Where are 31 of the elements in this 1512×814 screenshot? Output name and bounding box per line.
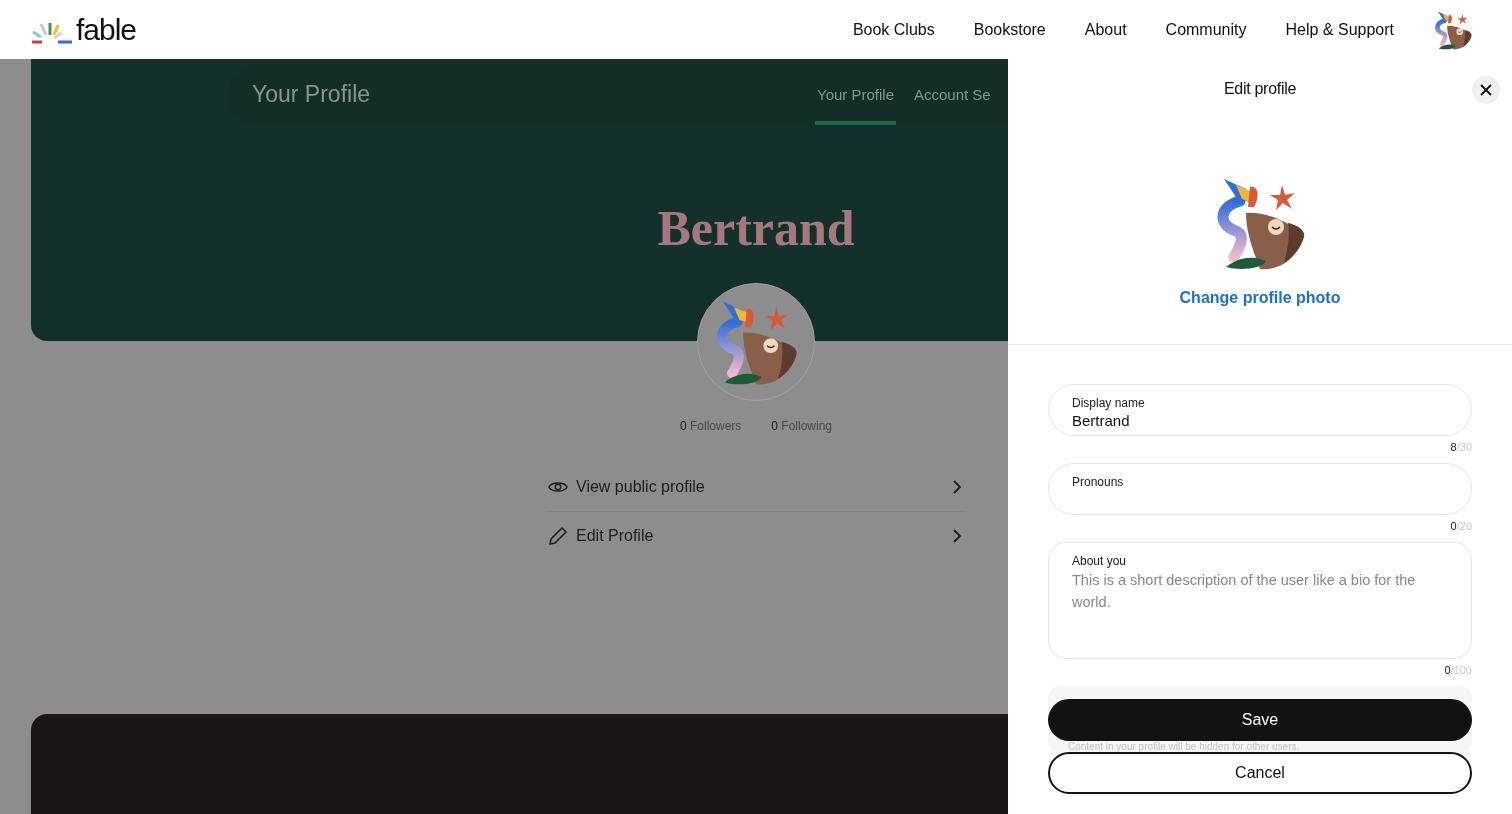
- text-area[interactable]: This is a short description of the user like a bio for the world.: [1072, 569, 1432, 639]
- field-label: Display name: [1072, 396, 1146, 410]
- pencil-icon: [548, 526, 568, 546]
- input-field[interactable]: About you This is a short description of the user like a bio for the world.: [1048, 542, 1472, 659]
- tab[interactable]: Your Profile: [815, 63, 896, 125]
- menu-item[interactable]: View public profile: [546, 463, 966, 511]
- tab[interactable]: Account Se: [912, 63, 993, 125]
- nav-link[interactable]: Help & Support: [1285, 20, 1394, 39]
- field-label: Pronouns: [1072, 475, 1125, 489]
- chevron-right-icon: [953, 529, 961, 543]
- nav-link[interactable]: About: [1084, 20, 1127, 39]
- chevron-right-icon: [953, 480, 961, 494]
- save-button[interactable]: Save: [1048, 699, 1472, 741]
- text-input[interactable]: Bertrand: [1072, 412, 1448, 429]
- cancel-button[interactable]: Cancel: [1048, 752, 1472, 794]
- menu-item[interactable]: Edit Profile: [546, 511, 966, 560]
- close-icon: [1480, 84, 1492, 96]
- logo[interactable]: fable: [30, 14, 137, 45]
- page-title: Your Profile: [251, 80, 372, 108]
- nav-link[interactable]: Book Clubs: [852, 20, 935, 39]
- user-name: Bertrand: [657, 199, 855, 258]
- panel-title: Edit profile: [1224, 79, 1296, 99]
- logo-icon: [30, 20, 74, 45]
- change-photo-link[interactable]: Change profile photo: [1179, 289, 1341, 307]
- close-button[interactable]: [1472, 76, 1500, 104]
- stat-link[interactable]: 0 Following: [771, 419, 833, 433]
- eye-icon: [548, 479, 568, 495]
- stat-link[interactable]: 0 Followers: [679, 419, 742, 433]
- field-label: About you: [1072, 554, 1128, 568]
- nav-link[interactable]: Bookstore: [973, 20, 1046, 39]
- nav-link[interactable]: Community: [1165, 20, 1247, 39]
